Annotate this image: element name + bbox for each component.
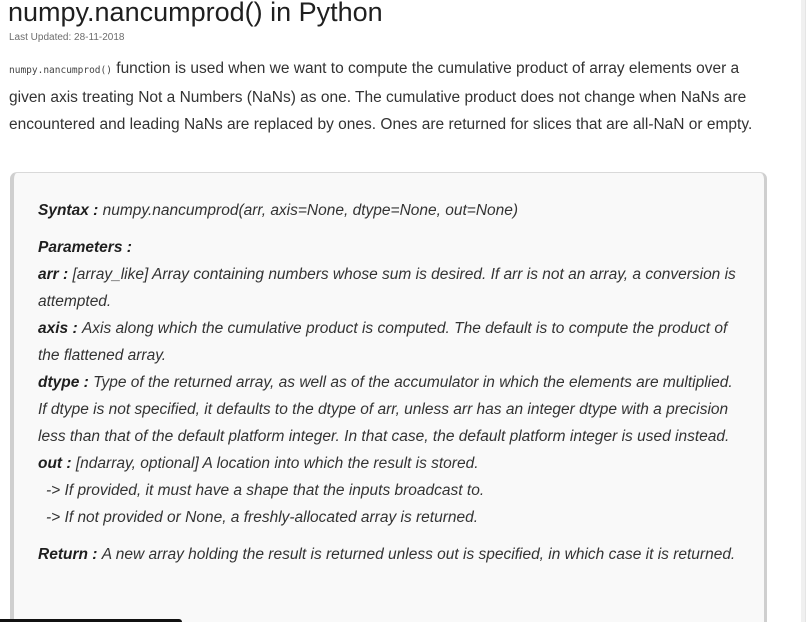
out-description: [ndarray, optional] A location into whic… (75, 455, 479, 472)
axis-description: Axis along which the cumulative product … (38, 320, 728, 364)
parameter-arr: arr : [array_like] Array containing numb… (38, 261, 743, 315)
return-line: Return : A new array holding the result … (38, 541, 743, 568)
parameters-heading: Parameters : (38, 234, 743, 261)
syntax-line: Syntax : numpy.nancumprod(arr, axis=None… (38, 197, 743, 224)
out-subitem-provided: -> If provided, it must have a shape tha… (46, 482, 485, 499)
syntax-box: Syntax : numpy.nancumprod(arr, axis=None… (10, 172, 767, 622)
return-spacer (38, 531, 743, 541)
return-description: A new array holding the result is return… (101, 546, 736, 563)
syntax-value: numpy.nancumprod(arr, axis=None, dtype=N… (102, 202, 519, 219)
return-label: Return : (38, 546, 102, 563)
last-updated-text: Last Updated: 28-11-2018 (9, 32, 125, 43)
page-title: numpy.nancumprod() in Python (8, 0, 383, 27)
parameter-out: out : [ndarray, optional] A location int… (38, 450, 743, 477)
function-code: numpy.nancumprod() (9, 65, 112, 76)
axis-label: axis : (38, 320, 82, 337)
dtype-label: dtype : (38, 374, 94, 391)
syntax-spacer (38, 224, 743, 234)
syntax-label: Syntax : (38, 202, 103, 219)
out-label: out : (38, 455, 76, 472)
parameters-label: Parameters : (38, 239, 132, 256)
arr-description: [array_like] Array containing numbers wh… (38, 266, 736, 310)
dtype-description: Type of the returned array, as well as o… (38, 374, 733, 445)
parameter-axis: axis : Axis along which the cumulative p… (38, 315, 743, 369)
article-page: numpy.nancumprod() in Python Last Update… (0, 0, 806, 622)
parameter-dtype: dtype : Type of the returned array, as w… (38, 369, 743, 450)
intro-text: function is used when we want to compute… (9, 60, 753, 133)
intro-paragraph: numpy.nancumprod() function is used when… (9, 55, 779, 138)
arr-label: arr : (38, 266, 73, 283)
syntax-box-content: Syntax : numpy.nancumprod(arr, axis=None… (38, 197, 743, 568)
out-subitem-not-provided: -> If not provided or None, a freshly-al… (46, 509, 479, 526)
